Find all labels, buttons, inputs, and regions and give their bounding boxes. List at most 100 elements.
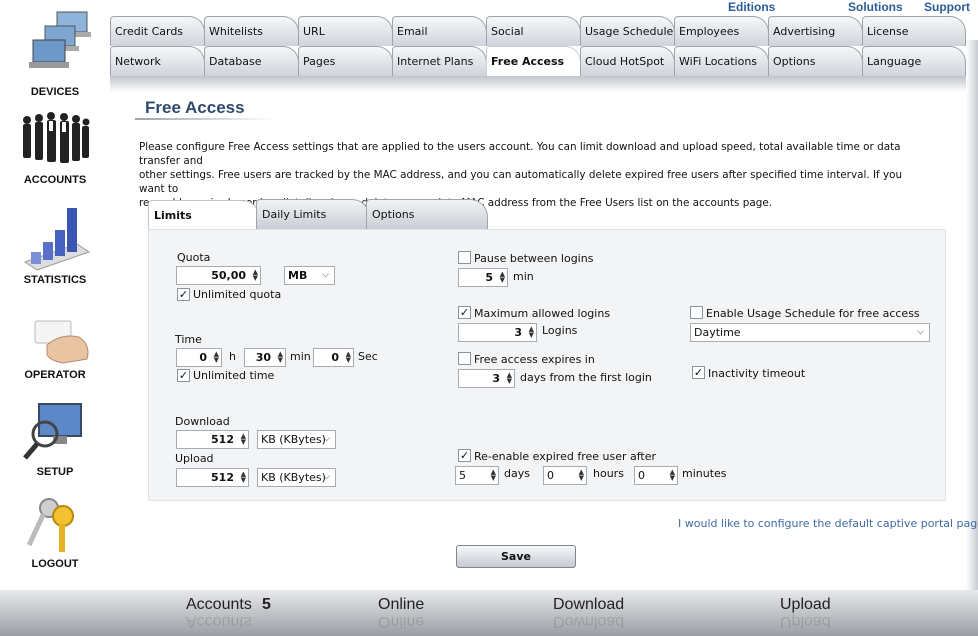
- minutes-unit: min: [290, 350, 311, 363]
- download-reflection: Download: [553, 613, 625, 630]
- spinner-arrows-icon[interactable]: ▲ ▼: [241, 471, 246, 484]
- reenable-days-input[interactable]: 5 ▲ ▼: [455, 466, 499, 485]
- pause-input[interactable]: 5 ▲ ▼: [458, 268, 508, 287]
- tab-free-access[interactable]: Free Access: [486, 46, 581, 76]
- max-logins-label: Maximum allowed logins: [474, 307, 611, 320]
- download-input[interactable]: 512 ▲ ▼: [176, 430, 249, 449]
- days-unit: days: [504, 467, 530, 480]
- upload-unit-select[interactable]: KB (KBytes) ⌵: [257, 468, 336, 487]
- nav-statistics[interactable]: STATISTICS: [0, 204, 110, 286]
- usage-schedule-select[interactable]: Daytime ⌵: [690, 323, 930, 342]
- nav-accounts[interactable]: ACCOUNTS: [0, 110, 110, 186]
- keys-icon: [26, 498, 74, 552]
- spinner-arrows-icon[interactable]: ▲ ▼: [214, 351, 219, 364]
- expires-label: Free access expires in: [474, 353, 595, 366]
- pause-value: 5: [485, 271, 493, 284]
- reenable-hours-value: 0: [547, 469, 554, 482]
- top-links: Editions Solutions Support: [678, 0, 978, 14]
- main-content: Free Access Please configure Free Access…: [110, 76, 978, 590]
- spinner-arrows-icon[interactable]: ▲ ▼: [670, 469, 675, 482]
- pause-label: Pause between logins: [474, 252, 594, 265]
- unlimited-time-checkbox[interactable]: ✓: [177, 369, 190, 382]
- tab-pages[interactable]: Pages: [298, 46, 393, 76]
- subtab-limits[interactable]: Limits: [148, 200, 260, 230]
- tab-whitelists[interactable]: Whitelists: [204, 16, 299, 46]
- download-unit-select[interactable]: KB (KBytes) ⌵: [257, 430, 336, 449]
- accounts-reflection: Accounts: [186, 613, 252, 630]
- download-label: Download: [175, 415, 230, 428]
- solutions-link[interactable]: Solutions: [848, 0, 903, 14]
- expires-checkbox[interactable]: [458, 352, 471, 365]
- limits-panel: Quota 50,00 ▲ ▼ MB ⌵ ✓ Unlimited quota Ti…: [148, 229, 946, 501]
- inactivity-checkbox[interactable]: ✓: [692, 366, 705, 379]
- reenable-minutes-input[interactable]: 0 ▲ ▼: [634, 466, 678, 485]
- hours-unit: h: [229, 350, 236, 363]
- quota-unit-value: MB: [288, 269, 308, 282]
- tab-url[interactable]: URL: [298, 16, 393, 46]
- tab-usage-schedule[interactable]: Usage Schedule: [580, 16, 675, 46]
- nav-devices[interactable]: DEVICES: [0, 8, 110, 98]
- tab-database[interactable]: Database: [204, 46, 299, 76]
- subtab-options[interactable]: Options: [366, 199, 488, 229]
- quota-input[interactable]: 50,00 ▲ ▼: [176, 266, 261, 285]
- usage-schedule-label: Enable Usage Schedule for free access: [706, 307, 920, 320]
- upload-input[interactable]: 512 ▲ ▼: [176, 468, 249, 487]
- quota-unit-select[interactable]: MB ⌵: [284, 266, 335, 285]
- tab-employees[interactable]: Employees: [674, 16, 769, 46]
- tab-email[interactable]: Email: [392, 16, 487, 46]
- time-seconds-input[interactable]: 0 ▲ ▼: [313, 348, 354, 367]
- nav-label: ACCOUNTS: [23, 174, 87, 186]
- time-minutes-input[interactable]: 30 ▲ ▼: [244, 348, 286, 367]
- tab-language[interactable]: Language: [862, 46, 966, 76]
- max-logins-input[interactable]: 3 ▲ ▼: [458, 323, 537, 342]
- nav-label: LOGOUT: [31, 558, 79, 570]
- spinner-arrows-icon[interactable]: ▲ ▼: [507, 372, 512, 385]
- nav-label: OPERATOR: [24, 369, 86, 381]
- captive-portal-link[interactable]: I would like to configure the default ca…: [678, 517, 978, 530]
- spinner-arrows-icon[interactable]: ▲ ▼: [278, 351, 283, 364]
- usage-schedule-value: Daytime: [694, 326, 741, 339]
- spinner-arrows-icon[interactable]: ▲ ▼: [491, 469, 496, 482]
- quota-value: 50,00: [211, 269, 246, 282]
- spinner-arrows-icon[interactable]: ▲ ▼: [500, 271, 505, 284]
- hours-unit: hours: [593, 467, 624, 480]
- sidebar: DEVICES ACCOUNTS STATISTICS OPERATOR SET…: [0, 0, 110, 590]
- subtab-daily-limits[interactable]: Daily Limits: [256, 199, 370, 229]
- tab-advertising[interactable]: Advertising: [768, 16, 863, 46]
- expires-input[interactable]: 3 ▲ ▼: [458, 369, 515, 388]
- title-underline: [135, 118, 275, 120]
- tab-options[interactable]: Options: [768, 46, 863, 76]
- support-link[interactable]: Support: [924, 0, 970, 14]
- download-unit-value: KB (KBytes): [261, 433, 326, 446]
- nav-logout[interactable]: LOGOUT: [0, 494, 110, 570]
- nav-setup[interactable]: SETUP: [0, 400, 110, 478]
- spinner-arrows-icon[interactable]: ▲ ▼: [579, 469, 584, 482]
- time-hours-input[interactable]: 0 ▲ ▼: [176, 348, 222, 367]
- save-button[interactable]: Save: [456, 545, 576, 568]
- tab-internet-plans[interactable]: Internet Plans: [392, 46, 487, 76]
- editions-link[interactable]: Editions: [728, 0, 775, 14]
- unlimited-quota-checkbox[interactable]: ✓: [177, 288, 190, 301]
- pause-checkbox[interactable]: [458, 251, 471, 264]
- tab-wifi-locations[interactable]: WiFi Locations: [674, 46, 769, 76]
- tab-cloud-hotspot[interactable]: Cloud HotSpot: [580, 46, 675, 76]
- reenable-checkbox[interactable]: ✓: [458, 449, 471, 462]
- minutes-unit: minutes: [682, 467, 727, 480]
- unlimited-quota-label: Unlimited quota: [193, 288, 282, 301]
- nav-label: STATISTICS: [23, 274, 87, 286]
- spinner-arrows-icon[interactable]: ▲ ▼: [241, 433, 246, 446]
- nav-operator[interactable]: OPERATOR: [0, 315, 110, 381]
- reenable-label: Re-enable expired free user after: [474, 450, 657, 463]
- max-logins-unit: Logins: [542, 324, 578, 337]
- usage-schedule-checkbox[interactable]: [690, 306, 703, 319]
- max-logins-checkbox[interactable]: ✓: [458, 306, 471, 319]
- spinner-arrows-icon[interactable]: ▲ ▼: [253, 269, 258, 282]
- spinner-arrows-icon[interactable]: ▲ ▼: [346, 351, 351, 364]
- tab-social[interactable]: Social: [486, 16, 581, 46]
- tab-credit-cards[interactable]: Credit Cards: [110, 16, 205, 46]
- reenable-hours-input[interactable]: 0 ▲ ▼: [543, 466, 587, 485]
- spinner-arrows-icon[interactable]: ▲ ▼: [529, 326, 534, 339]
- inactivity-label: Inactivity timeout: [708, 367, 806, 380]
- tab-license[interactable]: License: [862, 16, 966, 46]
- tab-network[interactable]: Network: [110, 46, 205, 76]
